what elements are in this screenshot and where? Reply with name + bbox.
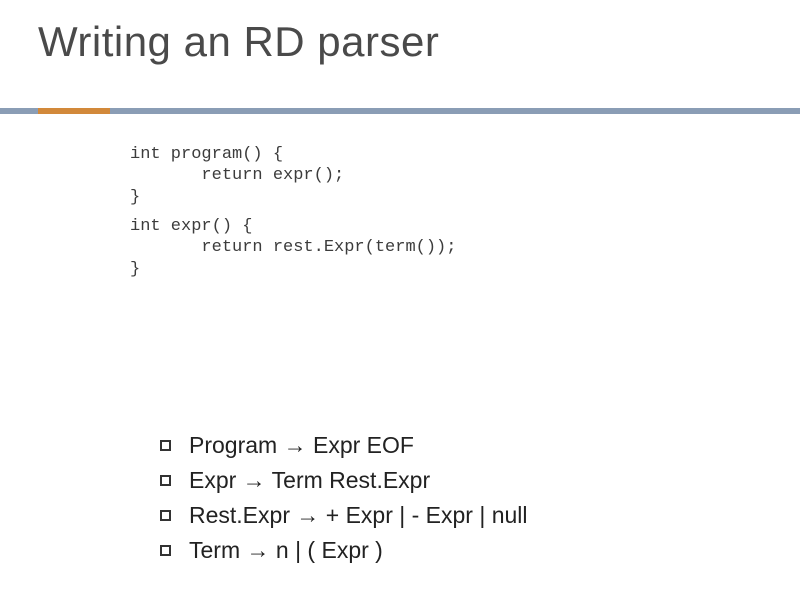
grammar-rule-text: Program → Expr EOF (189, 432, 414, 459)
divider-accent (38, 108, 110, 114)
bullet-icon (160, 440, 171, 451)
grammar-rule: Program → Expr EOF (160, 432, 528, 459)
divider-line (0, 108, 800, 114)
grammar-rule-text: Expr → Term Rest.Expr (189, 467, 430, 494)
code-block-program: int program() { return expr(); } (130, 144, 344, 208)
grammar-list: Program → Expr EOF Expr → Term Rest.Expr… (160, 432, 528, 572)
slide-title: Writing an RD parser (0, 0, 800, 66)
bullet-icon (160, 545, 171, 556)
bullet-icon (160, 475, 171, 486)
grammar-rule-text: Term → n | ( Expr ) (189, 537, 383, 564)
grammar-rule-text: Rest.Expr → + Expr | - Expr | null (189, 502, 528, 529)
code-block-expr: int expr() { return rest.Expr(term()); } (130, 216, 456, 280)
grammar-rule: Expr → Term Rest.Expr (160, 467, 528, 494)
bullet-icon (160, 510, 171, 521)
grammar-rule: Term → n | ( Expr ) (160, 537, 528, 564)
grammar-rule: Rest.Expr → + Expr | - Expr | null (160, 502, 528, 529)
